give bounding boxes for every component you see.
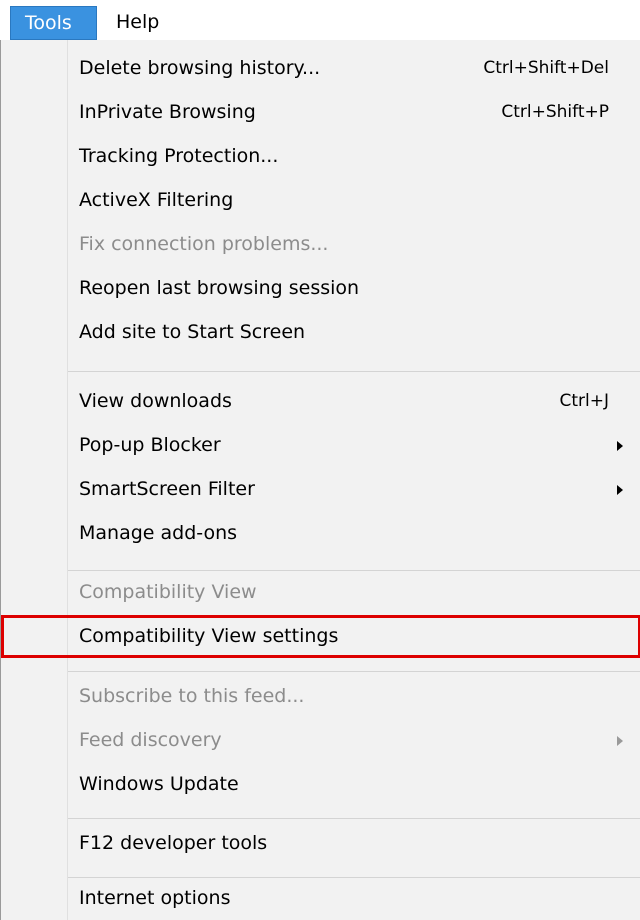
menu-item-compatibility-view: Compatibility View: [1, 571, 640, 614]
menu-item-label: Internet options: [79, 887, 231, 909]
menu-item-label: InPrivate Browsing: [79, 101, 256, 123]
menu-item-label: Windows Update: [79, 773, 239, 795]
menu-item-view-downloads[interactable]: View downloads Ctrl+J: [1, 380, 640, 423]
menu-item-add-site-to-start-screen[interactable]: Add site to Start Screen: [1, 311, 640, 354]
menu-item-label: Fix connection problems...: [79, 233, 329, 255]
menubar-tools[interactable]: Tools: [10, 6, 97, 40]
submenu-arrow-icon: [617, 441, 623, 451]
menu-item-subscribe-to-feed: Subscribe to this feed...: [1, 675, 640, 718]
menu-item-delete-browsing-history[interactable]: Delete browsing history... Ctrl+Shift+De…: [1, 47, 640, 90]
menu-item-popup-blocker[interactable]: Pop-up Blocker: [1, 424, 640, 467]
menu-item-label: F12 developer tools: [79, 832, 268, 854]
menu-item-windows-update[interactable]: Windows Update: [1, 763, 640, 806]
menu-item-label: Delete browsing history...: [79, 57, 321, 79]
menu-item-shortcut: Ctrl+Shift+P: [501, 102, 609, 122]
menu-item-label: Compatibility View settings: [79, 625, 339, 647]
menu-bar: Tools Help: [0, 0, 640, 40]
menu-item-label: Compatibility View: [79, 581, 257, 603]
menu-item-label: Pop-up Blocker: [79, 434, 221, 456]
menu-item-label: SmartScreen Filter: [79, 478, 255, 500]
menu-item-label: Add site to Start Screen: [79, 321, 306, 343]
tools-dropdown-menu: Delete browsing history... Ctrl+Shift+De…: [0, 40, 640, 920]
menu-item-f12-developer-tools[interactable]: F12 developer tools: [1, 822, 640, 865]
menu-item-manage-add-ons[interactable]: Manage add-ons: [1, 512, 640, 555]
menu-item-label: Reopen last browsing session: [79, 277, 360, 299]
menu-item-label: Manage add-ons: [79, 522, 238, 544]
menu-item-shortcut: Ctrl+J: [559, 391, 609, 411]
menu-item-inprivate-browsing[interactable]: InPrivate Browsing Ctrl+Shift+P: [1, 91, 640, 134]
menu-item-label: Subscribe to this feed...: [79, 685, 305, 707]
menu-separator: [68, 818, 640, 819]
menu-separator: [68, 671, 640, 672]
menu-item-label: View downloads: [79, 390, 232, 412]
menu-item-feed-discovery: Feed discovery: [1, 719, 640, 762]
submenu-arrow-icon: [617, 485, 623, 495]
menu-separator: [68, 371, 640, 372]
menu-item-label: Tracking Protection...: [79, 145, 279, 167]
menu-item-internet-options[interactable]: Internet options: [1, 877, 640, 920]
menu-item-tracking-protection[interactable]: Tracking Protection...: [1, 135, 640, 178]
menu-item-label: Feed discovery: [79, 729, 222, 751]
menu-item-label: ActiveX Filtering: [79, 189, 234, 211]
menubar-help[interactable]: Help: [102, 6, 173, 40]
menu-item-fix-connection-problems: Fix connection problems...: [1, 223, 640, 266]
menu-item-shortcut: Ctrl+Shift+Del: [483, 58, 609, 78]
menu-item-activex-filtering[interactable]: ActiveX Filtering: [1, 179, 640, 222]
submenu-arrow-icon: [617, 736, 623, 746]
menu-item-reopen-last-session[interactable]: Reopen last browsing session: [1, 267, 640, 310]
menu-item-compatibility-view-settings[interactable]: Compatibility View settings: [1, 615, 640, 658]
menu-item-smartscreen-filter[interactable]: SmartScreen Filter: [1, 468, 640, 511]
